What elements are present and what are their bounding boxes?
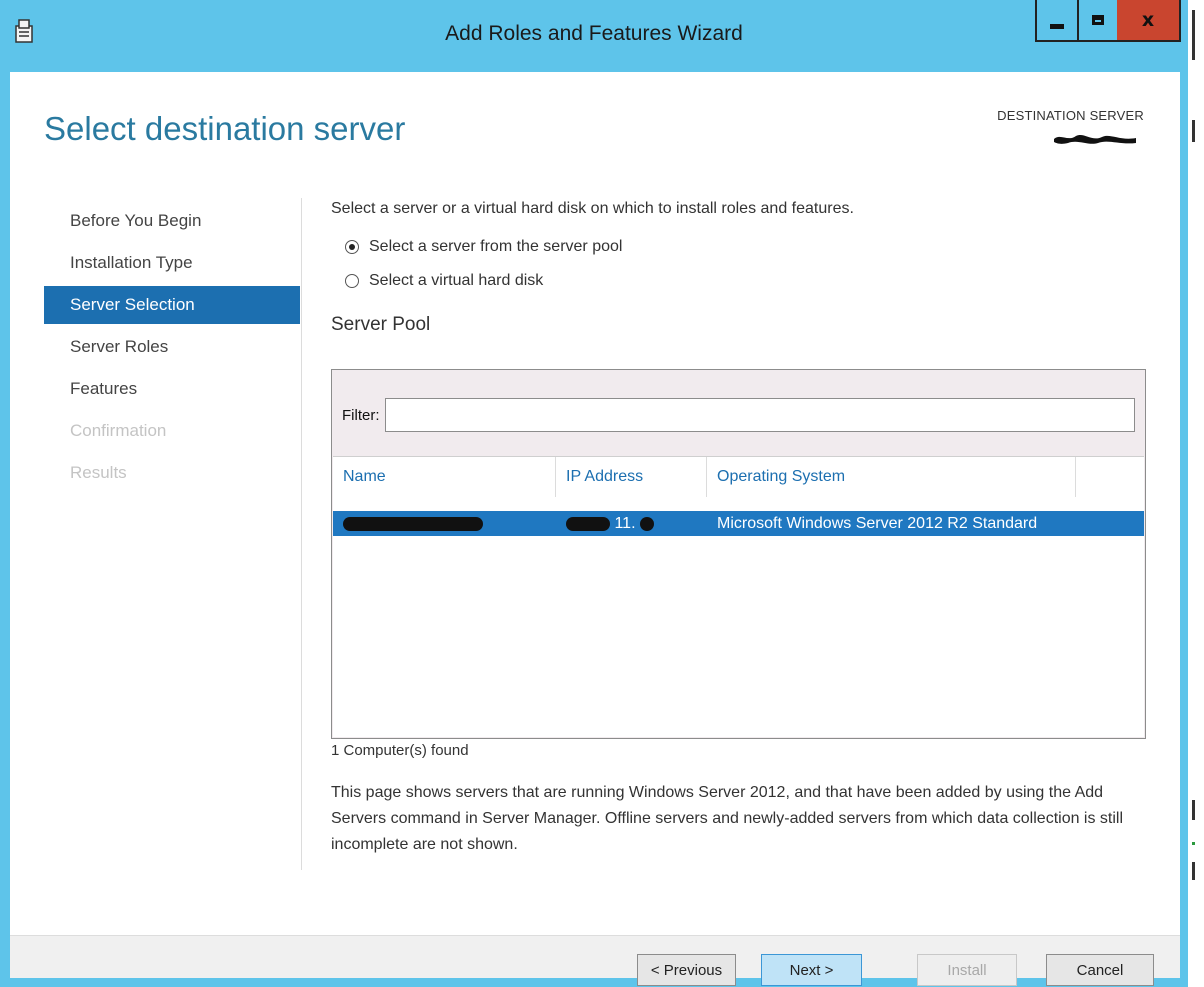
maximize-button[interactable]	[1077, 0, 1119, 42]
redacted-ip-prefix	[566, 516, 610, 531]
filter-label: Filter:	[342, 406, 380, 424]
redacted-server-name	[343, 516, 483, 531]
background-edge-mark	[1192, 800, 1195, 820]
cancel-button[interactable]: Cancel	[1046, 954, 1154, 986]
install-button: Install	[917, 954, 1017, 986]
wizard-client-area: Select destination server DESTINATION SE…	[10, 72, 1180, 986]
nav-item-before-you-begin[interactable]: Before You Begin	[44, 202, 300, 240]
wizard-nav: Before You Begin Installation Type Serve…	[44, 202, 300, 496]
background-edge-mark	[1192, 842, 1195, 845]
nav-item-server-roles[interactable]: Server Roles	[44, 328, 300, 366]
table-row[interactable]: 11. Microsoft Windows Server 2012 R2 Sta…	[333, 511, 1144, 536]
next-button[interactable]: Next >	[761, 954, 862, 986]
minimize-icon	[1050, 23, 1064, 29]
computers-found-count: 1 Computer(s) found	[331, 742, 469, 759]
nav-item-server-selection[interactable]: Server Selection	[44, 286, 300, 324]
background-edge-mark	[1192, 120, 1195, 142]
nav-item-installation-type[interactable]: Installation Type	[44, 244, 300, 282]
column-header-name[interactable]: Name	[333, 457, 556, 497]
page-title: Select destination server	[44, 110, 406, 147]
server-pool-note: This page shows servers that are running…	[331, 784, 1124, 853]
option-server-pool-label[interactable]: Select a server from the server pool	[369, 238, 622, 256]
cell-name	[333, 511, 556, 536]
wizard-window: Add Roles and Features Wizard x Select d…	[0, 0, 1188, 987]
server-list: Name IP Address Operating System 11. Mic…	[333, 456, 1144, 737]
nav-item-features[interactable]: Features	[44, 370, 300, 408]
option-virtual-hard-disk-label[interactable]: Select a virtual hard disk	[369, 272, 543, 290]
destination-server-label: DESTINATION SERVER	[997, 108, 1144, 123]
nav-item-results: Results	[70, 463, 127, 482]
column-header-ip-address[interactable]: IP Address	[556, 457, 707, 497]
nav-item-confirmation: Confirmation	[70, 421, 167, 440]
column-header-operating-system[interactable]: Operating System	[707, 457, 1076, 497]
footer-bar: < Previous Next > Install Cancel	[10, 935, 1180, 986]
radio-server-pool[interactable]	[345, 240, 359, 254]
server-list-header: Name IP Address Operating System	[333, 457, 1144, 497]
background-edge-mark	[1192, 862, 1195, 880]
title-bar[interactable]: Add Roles and Features Wizard x	[0, 0, 1188, 72]
filter-row: Filter:	[342, 398, 1135, 432]
window-title: Add Roles and Features Wizard	[445, 22, 743, 45]
option-server-pool[interactable]: Select a server from the server pool	[345, 234, 1151, 260]
intro-text: Select a server or a virtual hard disk o…	[331, 200, 854, 217]
radio-virtual-hard-disk[interactable]	[345, 274, 359, 288]
server-pool-panel: Filter: Name IP Address Operating System	[331, 369, 1146, 739]
maximize-icon	[1092, 15, 1104, 25]
ip-visible-part: 11.	[614, 515, 636, 532]
close-icon: x	[1141, 9, 1155, 31]
option-virtual-hard-disk[interactable]: Select a virtual hard disk	[345, 268, 1151, 294]
server-pool-title: Server Pool	[331, 314, 431, 335]
filter-input[interactable]	[384, 398, 1135, 432]
redacted-ip-suffix	[639, 516, 654, 531]
main-content: Select a server or a virtual hard disk o…	[331, 200, 1151, 344]
background-edge-mark	[1192, 10, 1195, 60]
close-button[interactable]: x	[1117, 0, 1181, 42]
cell-operating-system: Microsoft Windows Server 2012 R2 Standar…	[717, 515, 1038, 532]
destination-server-name-redacted	[1054, 135, 1136, 144]
nav-divider	[301, 198, 302, 870]
previous-button[interactable]: < Previous	[637, 954, 736, 986]
minimize-button[interactable]	[1035, 0, 1077, 42]
background-edge	[1188, 0, 1204, 987]
cell-ip-address: 11.	[556, 511, 707, 536]
